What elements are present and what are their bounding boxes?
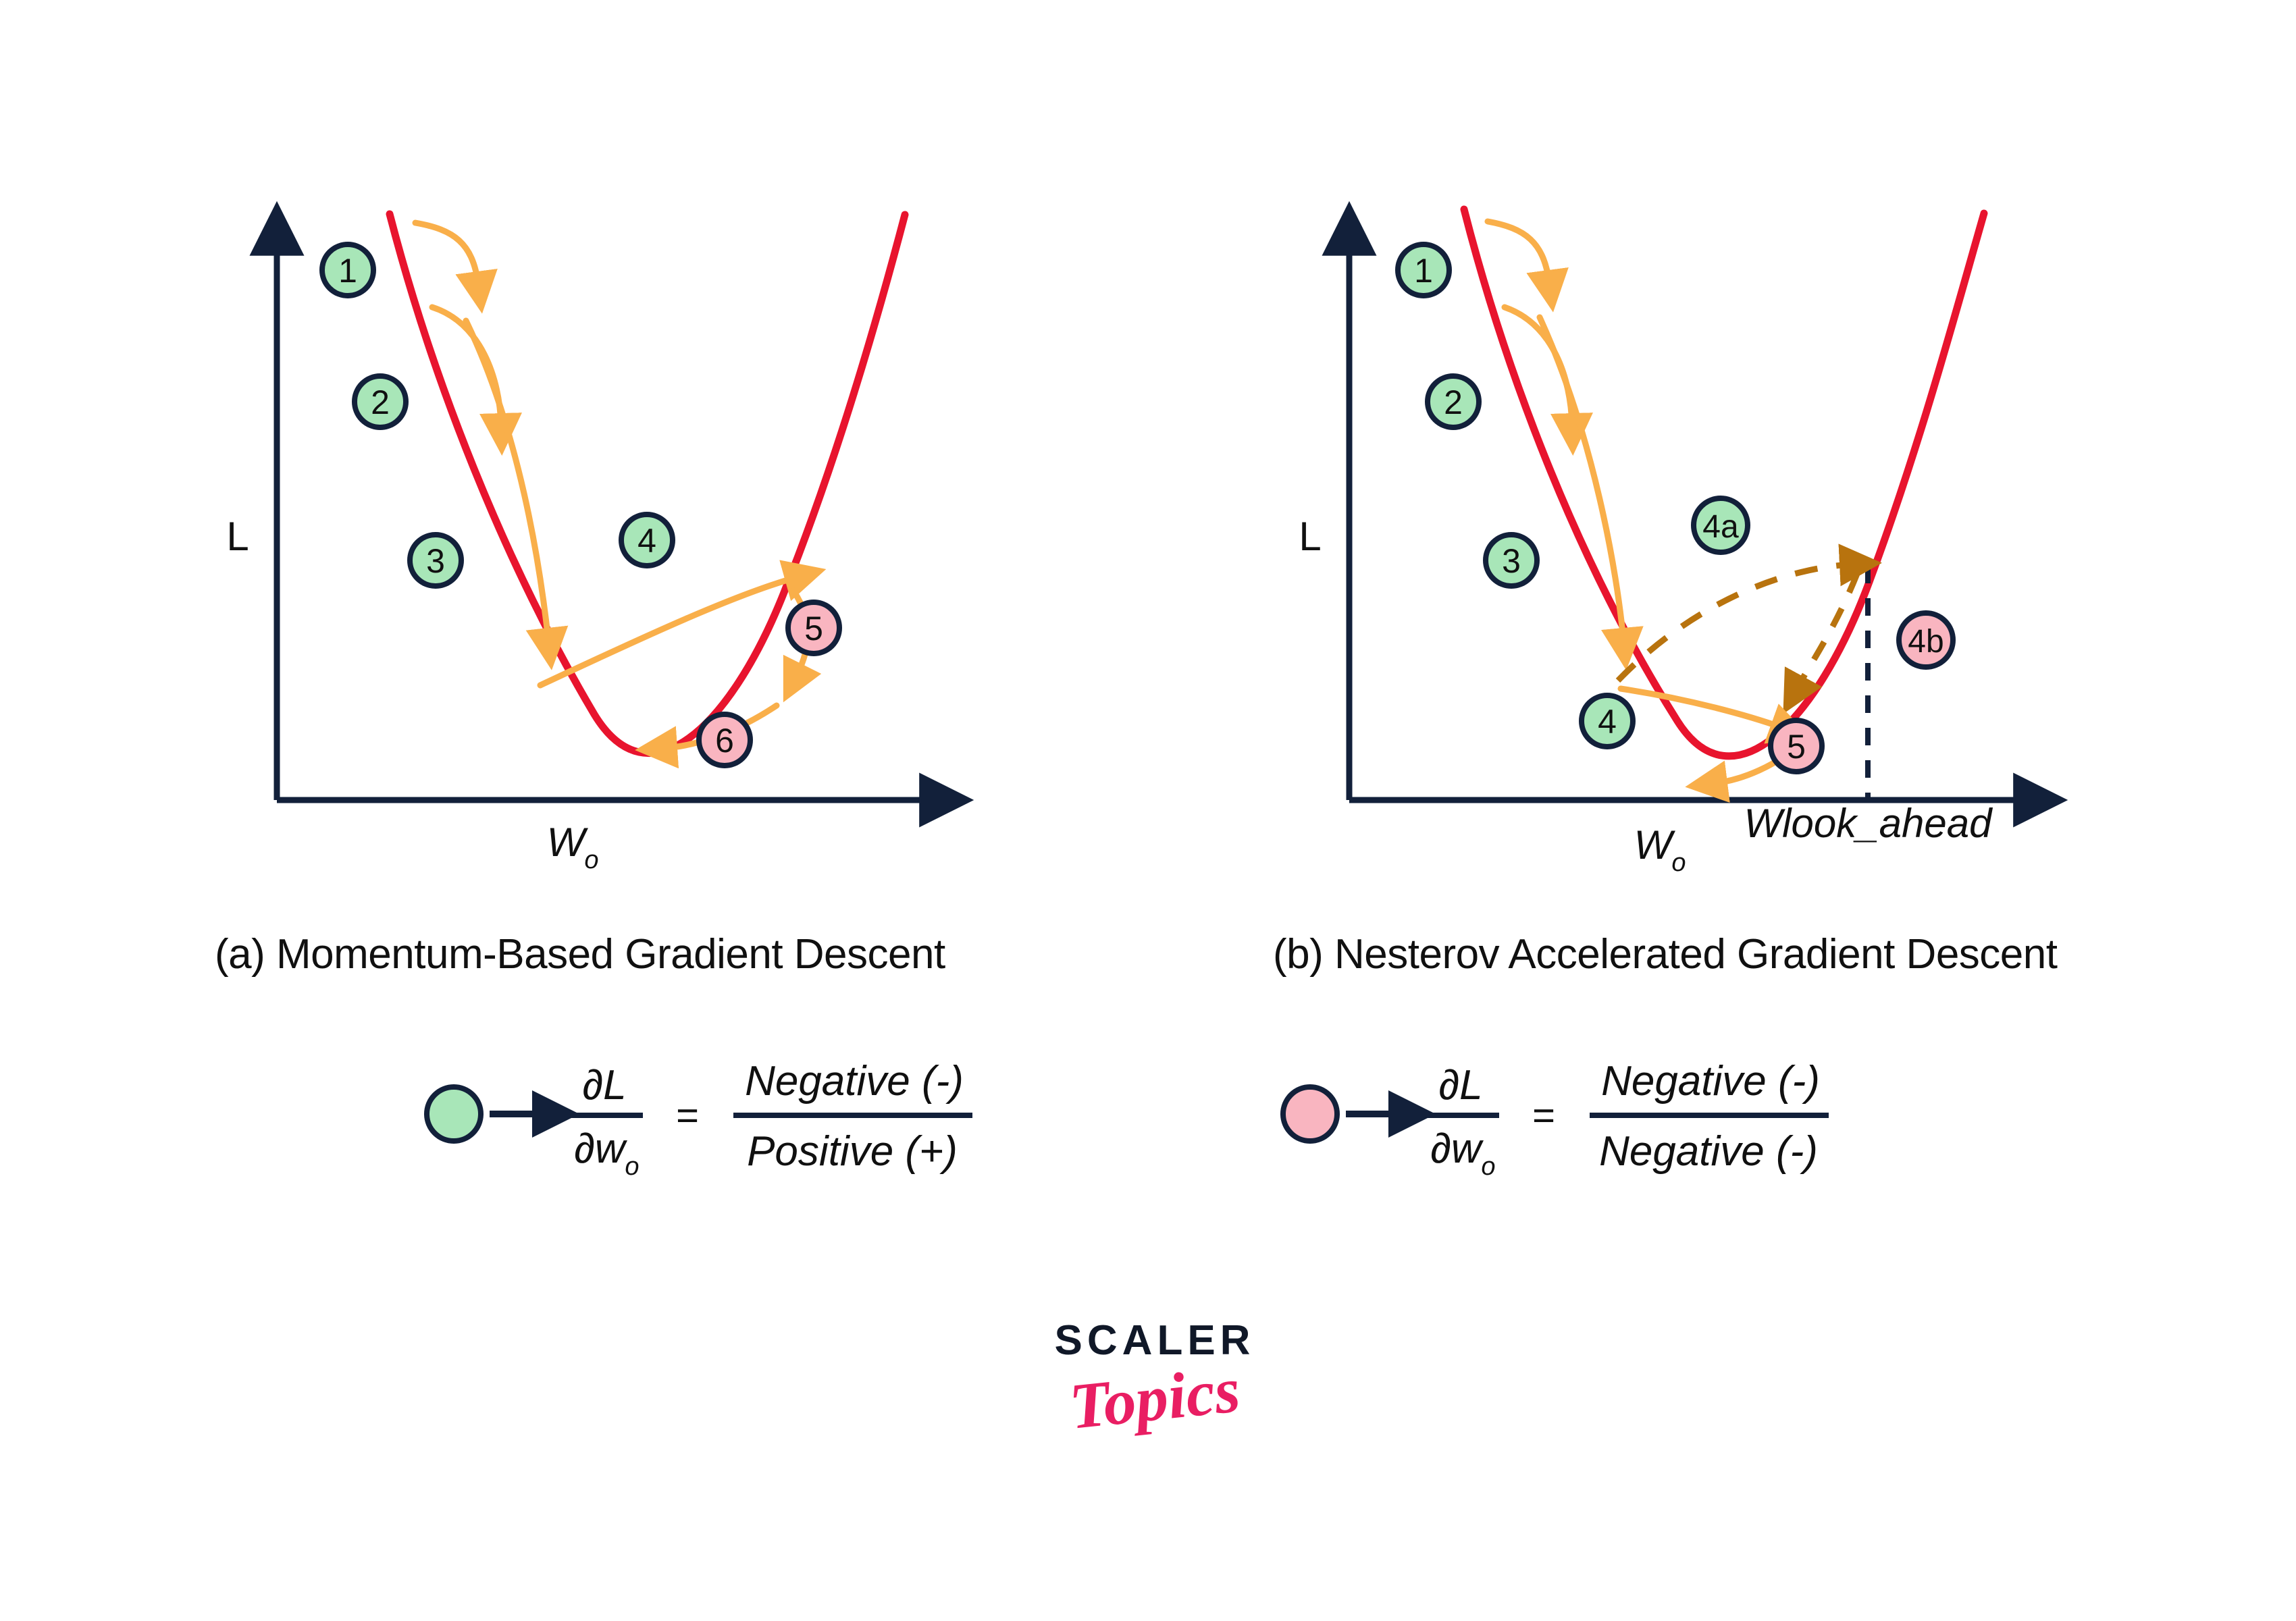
- panel-b-lookahead-arc: [1615, 543, 1882, 683]
- legend-green-equals: =: [676, 1094, 699, 1138]
- panel-a-node-1: 1: [319, 242, 376, 298]
- panel-a-node-2: 2: [352, 373, 409, 430]
- panel-b-loss-curve: [1460, 205, 1988, 760]
- panel-a-arrow-4: [537, 560, 827, 689]
- panel-b-node-3-label: 3: [1502, 542, 1521, 580]
- panel-a-node-5-label: 5: [804, 610, 823, 647]
- legend-green-swatch-icon: [424, 1084, 484, 1144]
- panel-b-arrow-1: [1484, 218, 1569, 313]
- panel-b-y-axis-label: L: [1299, 514, 1321, 559]
- panel-a-x-axis-label: W: [547, 820, 589, 865]
- panel-b-caption: (b) Nesterov Accelerated Gradient Descen…: [1273, 931, 2058, 978]
- panel-a-node-4: 4: [619, 512, 675, 568]
- panel-b-x-axis-label-sub: o: [1671, 849, 1686, 877]
- panel-a-plot: 1 2 3 4 5 6 L W o: [226, 201, 974, 874]
- panel-b-lookahead-label: Wlook_ahead: [1744, 801, 1993, 846]
- legend-green-numerator: ∂L: [582, 1062, 626, 1109]
- panel-a-node-3-label: 3: [426, 542, 445, 580]
- panel-a-node-2-label: 2: [371, 383, 390, 421]
- panel-a-node-3: 3: [407, 532, 464, 589]
- panel-b-arrow-4: [1617, 685, 1812, 744]
- panel-b-node-1-label: 1: [1414, 252, 1433, 290]
- figure-canvas: 1 2 3 4 5 6 L W o 1 2 3 4a 4 4b 5 L W o …: [0, 0, 2296, 1621]
- panel-b-node-5-label: 5: [1787, 728, 1806, 766]
- legend-pink-result-numerator: Negative (-): [1601, 1058, 1820, 1105]
- legend-pink-denominator: ∂w: [1430, 1125, 1484, 1172]
- panel-a-x-axis-label-sub: o: [584, 846, 598, 874]
- panel-b-node-4-label: 4: [1598, 703, 1617, 741]
- panel-a-node-6-label: 6: [715, 722, 734, 760]
- panel-a-node-5: 5: [785, 600, 842, 656]
- legend-green-denominator: ∂w: [574, 1125, 628, 1172]
- legend-green-result-denominator: Positive (+): [747, 1128, 958, 1175]
- panel-b-x-axis-label: W: [1634, 822, 1676, 868]
- panel-b-node-4a-label: 4a: [1702, 509, 1739, 545]
- panel-b-node-4b-label: 4b: [1908, 624, 1943, 660]
- legend-pink: ∂L ∂w o = Negative (-) Negative (-): [1280, 1058, 1829, 1181]
- legend-green: ∂L ∂w o = Negative (-) Positive (+): [424, 1058, 972, 1181]
- legend-pink-result-denominator: Negative (-): [1599, 1128, 1818, 1175]
- panel-b-plot: 1 2 3 4a 4 4b 5 L W o Wlook_ahead: [1299, 201, 2068, 877]
- legend-pink-swatch-icon: [1280, 1084, 1340, 1144]
- panel-b-node-2: 2: [1425, 373, 1482, 430]
- panel-a-arrow-1: [412, 219, 498, 314]
- panel-b-node-4a: 4a: [1691, 496, 1750, 555]
- panel-a-caption: (a) Momentum-Based Gradient Descent: [215, 931, 945, 978]
- legend-pink-denominator-sub: o: [1481, 1152, 1495, 1181]
- panel-b-node-2-label: 2: [1444, 383, 1463, 421]
- panel-b-node-4b: 4b: [1896, 610, 1956, 670]
- brand-logo-topics: Topics: [1066, 1353, 1244, 1443]
- panel-a-node-4-label: 4: [637, 522, 656, 560]
- panel-b-node-3: 3: [1483, 532, 1540, 589]
- panel-b-node-5: 5: [1768, 718, 1825, 774]
- legend-green-result-numerator: Negative (-): [745, 1058, 964, 1105]
- legend-green-denominator-sub: o: [625, 1152, 639, 1181]
- panel-a-loss-curve: [386, 210, 909, 758]
- panel-b-node-1: 1: [1395, 242, 1452, 298]
- panel-a-y-axis-label: L: [226, 514, 249, 559]
- legend-pink-equals: =: [1532, 1094, 1555, 1138]
- brand-logo: SCALER Topics: [1026, 1320, 1283, 1443]
- panel-a-node-1-label: 1: [338, 252, 357, 290]
- legend-pink-numerator: ∂L: [1438, 1062, 1482, 1109]
- panel-a-node-6: 6: [696, 712, 753, 768]
- panel-b-node-4: 4: [1579, 693, 1636, 749]
